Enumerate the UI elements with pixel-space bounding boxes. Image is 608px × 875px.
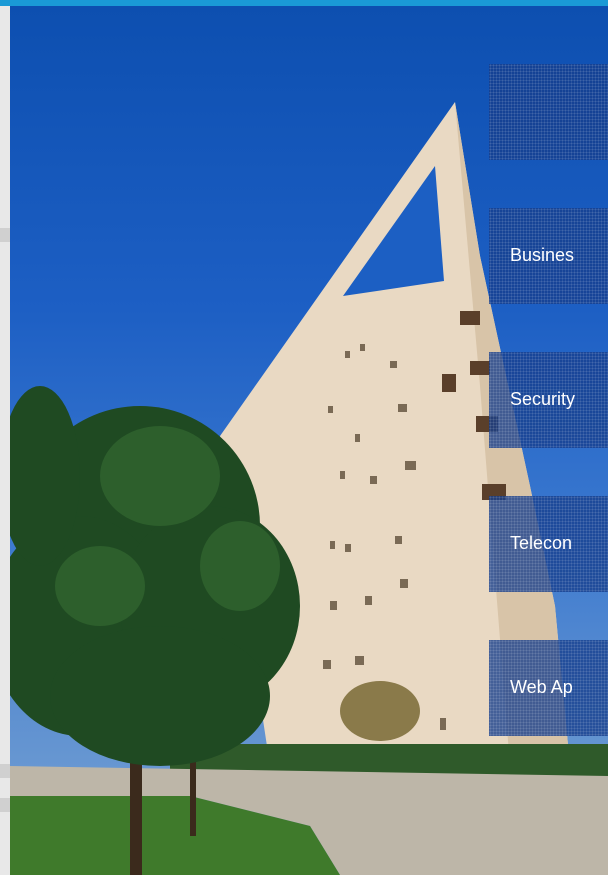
small-tree: [340, 681, 420, 741]
building-opening: [343, 166, 444, 296]
nav-tile-business[interactable]: Busines: [489, 208, 608, 304]
nav-tile-label: Security: [510, 389, 576, 409]
strip-marker: [0, 228, 10, 242]
nav-tile-web-apps[interactable]: Web Ap: [489, 640, 608, 736]
nav-tile-telecom[interactable]: Telecon: [489, 496, 608, 592]
strip-marker: [0, 798, 10, 812]
nav-tile-label: Web Ap: [510, 677, 573, 697]
nav-tile-blank[interactable]: [489, 64, 608, 160]
left-edge-strip: [0, 6, 10, 875]
nav-tile-label: Telecon: [510, 533, 573, 553]
nav-tile-label: Busines: [510, 245, 575, 265]
strip-marker: [0, 764, 10, 778]
nav-tile-security[interactable]: Security: [489, 352, 608, 448]
